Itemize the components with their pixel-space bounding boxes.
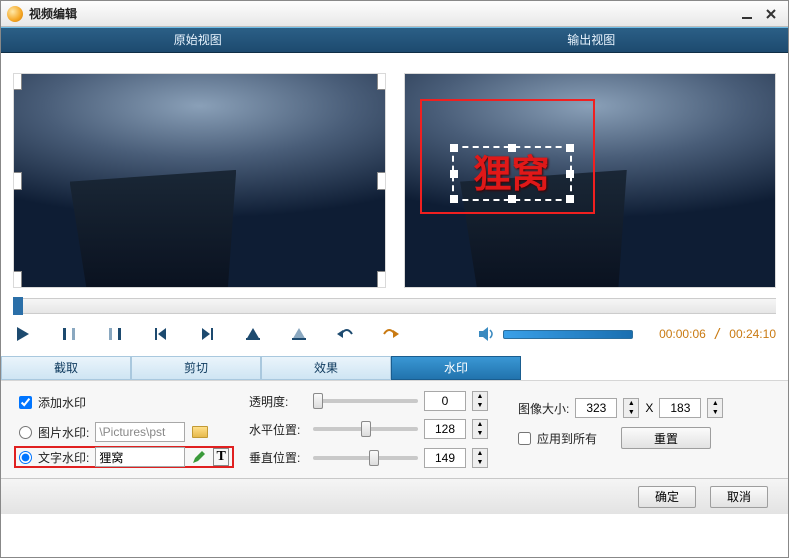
vpos-value[interactable] [424, 448, 466, 468]
watermark-highlight: 狸窝 [420, 99, 595, 214]
image-path-field[interactable] [95, 422, 185, 442]
playhead[interactable] [13, 297, 23, 315]
text-watermark-radio[interactable] [19, 451, 32, 464]
tab-watermark[interactable]: 水印 [391, 356, 521, 380]
opacity-label: 透明度: [249, 393, 307, 410]
cancel-button[interactable]: 取消 [710, 486, 768, 508]
app-icon [7, 6, 23, 22]
image-watermark-radio[interactable] [19, 426, 32, 439]
timeline[interactable] [13, 298, 776, 314]
opacity-slider[interactable] [313, 399, 418, 403]
close-button[interactable] [760, 5, 782, 23]
prev-frame-button[interactable] [151, 324, 171, 344]
edit-text-button[interactable] [191, 448, 207, 466]
x-separator: X [645, 401, 653, 415]
goto-start-button[interactable] [243, 324, 263, 344]
reset-button[interactable]: 重置 [621, 427, 711, 449]
output-preview[interactable]: 狸窝 [404, 73, 777, 288]
add-watermark-checkbox[interactable] [19, 396, 32, 409]
image-watermark-label: 图片水印: [38, 424, 89, 441]
height-field[interactable] [659, 398, 701, 418]
add-watermark-label: 添加水印 [38, 394, 86, 411]
mark-in-button[interactable] [59, 324, 79, 344]
tab-cut[interactable]: 剪切 [131, 356, 261, 380]
ok-button[interactable]: 确定 [638, 486, 696, 508]
browse-button[interactable] [191, 423, 209, 441]
pencil-icon [192, 450, 206, 464]
undo-button[interactable] [335, 324, 355, 344]
vpos-label: 垂直位置: [249, 449, 307, 466]
apply-all-label: 应用到所有 [537, 430, 597, 447]
vpos-slider[interactable] [313, 456, 418, 460]
volume-icon[interactable] [477, 324, 497, 344]
width-spin[interactable]: ▲▼ [623, 398, 639, 418]
mark-out-button[interactable] [105, 324, 125, 344]
output-view-label: 输出视图 [395, 28, 789, 52]
hpos-slider[interactable] [313, 427, 418, 431]
image-size-label: 图像大小: [518, 400, 569, 417]
folder-icon [192, 426, 208, 438]
hpos-spin[interactable]: ▲▼ [472, 419, 488, 439]
original-preview[interactable] [13, 73, 386, 288]
watermark-selection[interactable]: 狸窝 [452, 146, 572, 201]
text-watermark-label: 文字水印: [38, 449, 89, 466]
timecode: 00:00:06 / 00:24:10 [659, 327, 776, 342]
goto-end-button[interactable] [289, 324, 309, 344]
opacity-value[interactable] [424, 391, 466, 411]
hpos-value[interactable] [424, 419, 466, 439]
redo-button[interactable] [381, 324, 401, 344]
tab-crop[interactable]: 截取 [1, 356, 131, 380]
height-spin[interactable]: ▲▼ [707, 398, 723, 418]
window-title: 视频编辑 [29, 5, 77, 22]
next-frame-button[interactable] [197, 324, 217, 344]
text-watermark-field[interactable] [95, 447, 185, 467]
font-button[interactable]: T [213, 448, 229, 466]
vpos-spin[interactable]: ▲▼ [472, 448, 488, 468]
opacity-spin[interactable]: ▲▼ [472, 391, 488, 411]
hpos-label: 水平位置: [249, 421, 307, 438]
original-view-label: 原始视图 [1, 28, 395, 52]
tab-effect[interactable]: 效果 [261, 356, 391, 380]
play-button[interactable] [13, 324, 33, 344]
volume-slider[interactable] [503, 330, 633, 339]
width-field[interactable] [575, 398, 617, 418]
minimize-button[interactable] [736, 5, 758, 23]
apply-all-checkbox[interactable] [518, 432, 531, 445]
